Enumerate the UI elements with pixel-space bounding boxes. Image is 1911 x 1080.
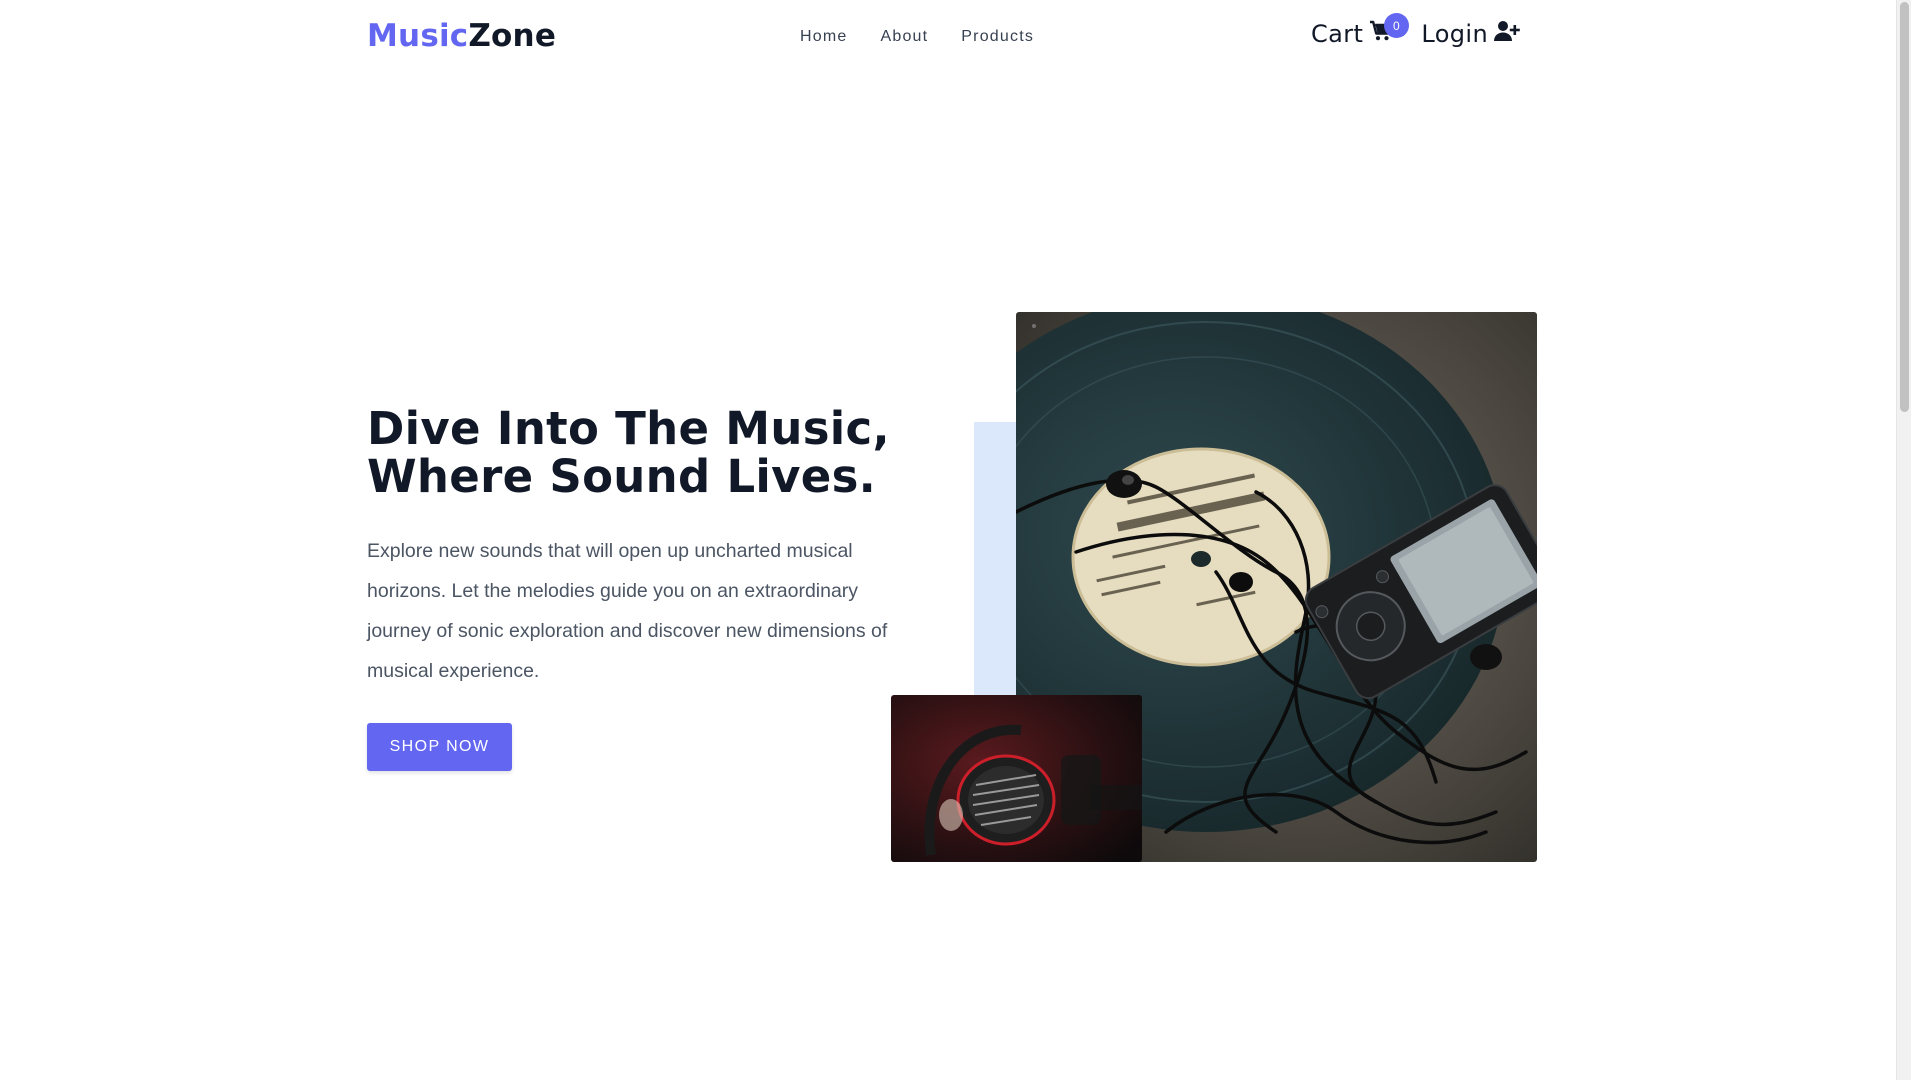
cart-count-badge: 0 [1384,13,1409,38]
hero-title-line1: Dive Into The Music, [367,402,890,455]
nav-actions: Cart 0 Login [1311,13,1520,48]
login-button[interactable]: Login [1421,20,1520,48]
nav-link-about[interactable]: About [880,28,928,46]
user-plus-icon [1494,20,1520,48]
nav-link-products[interactable]: Products [961,28,1034,46]
navbar: MusicZone Home About Products Cart 0 Log… [0,0,1896,76]
hero-title-line2: Where Sound Lives. [367,450,877,503]
page: MusicZone Home About Products Cart 0 Log… [0,0,1911,1080]
cart-button[interactable]: Cart 0 [1311,13,1409,48]
brand-logo-part2: Zone [468,18,557,54]
cart-label: Cart [1311,20,1364,48]
brand-logo-part1: Music [367,18,469,54]
brand-logo[interactable]: MusicZone [367,18,556,54]
hero-title: Dive Into The Music, Where Sound Lives. [367,405,927,501]
hero-description: Explore new sounds that will open up unc… [367,540,888,682]
shop-now-button[interactable]: SHOP NOW [367,723,512,771]
login-label: Login [1421,20,1489,48]
page-scrollbar[interactable] [1896,0,1911,1080]
main-nav: Home About Products [800,28,1034,46]
scrollbar-thumb[interactable] [1900,2,1909,412]
nav-link-home[interactable]: Home [800,28,847,46]
headphones-image [891,695,1142,862]
